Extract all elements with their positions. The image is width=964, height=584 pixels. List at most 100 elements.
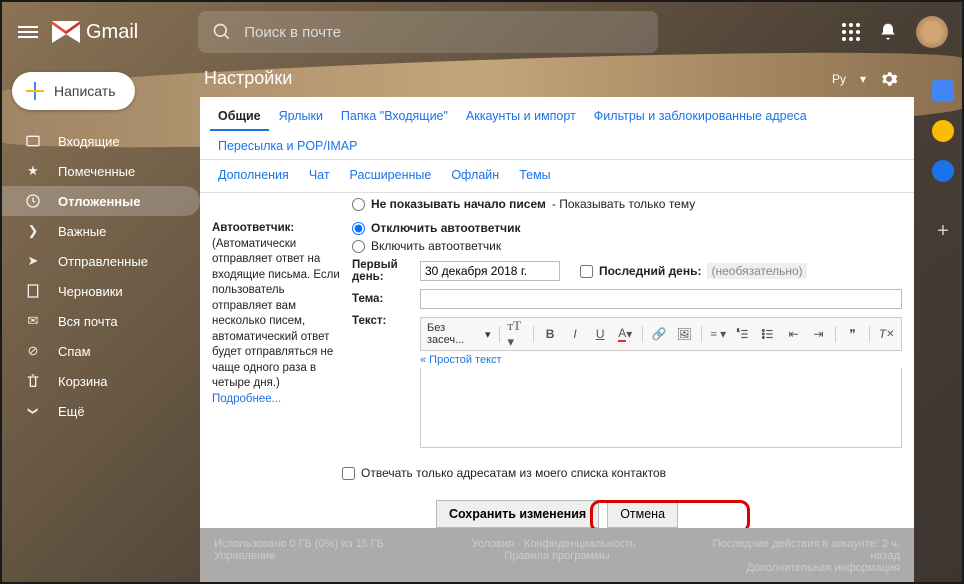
save-button[interactable]: Сохранить изменения [436,500,599,528]
tab-themes[interactable]: Темы [511,164,558,186]
underline-icon[interactable]: U [592,325,609,343]
tab-advanced[interactable]: Расширенные [342,164,440,186]
settings-tabs-row2: Дополнения Чат Расширенные Офлайн Темы [200,160,914,193]
drafts-icon [24,282,42,300]
nav-all-mail[interactable]: ✉Вся почта [0,306,200,336]
footer-policies[interactable]: Правила программы [504,550,609,562]
trash-icon [24,372,42,390]
clock-icon [24,192,42,210]
link-icon[interactable]: 🔗 [651,325,668,343]
text-color-icon[interactable]: A ▾ [617,325,634,343]
search-icon [212,22,232,42]
first-day-input[interactable] [420,261,560,281]
subject-input[interactable] [420,289,902,309]
gmail-m-icon [52,21,80,43]
contacts-only-checkbox[interactable] [342,467,355,480]
tab-inbox[interactable]: Папка "Входящие" [333,103,456,131]
indent-less-icon[interactable]: ⇤ [785,325,802,343]
tab-accounts[interactable]: Аккаунты и импорт [458,103,584,131]
notifications-icon[interactable] [878,22,898,42]
body-editor[interactable] [420,368,902,448]
header-actions [842,16,948,48]
search-bar[interactable] [198,11,658,53]
autoresponder-off-row[interactable]: Отключить автоответчик [352,221,902,235]
align-icon[interactable]: ≡ ▾ [710,325,727,343]
settings-content: Не показывать начало писем - Показывать … [200,193,914,528]
svg-text:1: 1 [738,328,741,333]
nav-drafts[interactable]: Черновики [0,276,200,306]
tasks-app-icon[interactable] [932,160,954,182]
settings-gear-icon[interactable] [880,70,898,88]
font-family-select[interactable]: Без засеч... ▾ [427,322,491,346]
autoresponder-on-radio[interactable] [352,240,365,253]
nav-sent[interactable]: ➤Отправленные [0,246,200,276]
quote-icon[interactable]: ❞ [844,325,861,343]
nav-starred[interactable]: ★Помеченные [0,156,200,186]
cancel-button[interactable]: Отмена [607,500,678,528]
nav-important[interactable]: ❯Важные [0,216,200,246]
contacts-only-row[interactable]: Отвечать только адресатам из моего списк… [342,466,902,480]
footer-privacy[interactable]: Конфиденциальность [524,538,636,550]
indent-more-icon[interactable]: ⇥ [810,325,827,343]
nav-more[interactable]: ❯Ещё [0,396,200,426]
main-menu-icon[interactable] [16,20,40,44]
account-avatar[interactable] [916,16,948,48]
nav-trash[interactable]: Корзина [0,366,200,396]
activity-details-link[interactable]: Дополнительная информация [746,562,900,574]
snippet-option[interactable]: Не показывать начало писем - Показывать … [352,197,902,211]
autoresponder-off-radio[interactable] [352,222,365,235]
important-icon: ❯ [24,222,42,240]
settings-tabs: Общие Ярлыки Папка "Входящие" Аккаунты и… [200,97,914,160]
body-label: Текст: [352,315,412,327]
calendar-app-icon[interactable] [932,80,954,102]
first-day-label: Первый день: [352,259,412,283]
spam-icon: ⊘ [24,342,42,360]
footer-terms[interactable]: Условия [472,538,514,550]
last-day-checkbox[interactable] [580,265,593,278]
tab-chat[interactable]: Чат [301,164,338,186]
sent-icon: ➤ [24,252,42,270]
bold-icon[interactable]: B [542,325,559,343]
tab-forwarding[interactable]: Пересылка и POP/IMAP [210,133,365,159]
tab-filters[interactable]: Фильтры и заблокированные адреса [586,103,815,131]
clear-format-icon[interactable]: T✕ [878,325,895,343]
add-app-icon[interactable]: + [937,220,949,243]
page-title: Настройки [204,68,292,89]
numbered-list-icon[interactable]: 1 [735,325,752,343]
form-actions: Сохранить изменения Отмена [212,490,902,528]
language-indicator[interactable]: Ру [832,72,846,86]
tab-general[interactable]: Общие [210,103,269,131]
main-content: Настройки Ру ▾ Общие Ярлыки Папка "Входя… [200,64,914,584]
tab-labels[interactable]: Ярлыки [271,103,331,131]
autoresponder-on-row[interactable]: Включить автоответчик [352,239,902,253]
compose-button[interactable]: Написать [12,72,135,110]
nav-snoozed[interactable]: Отложенные [0,186,200,216]
page-title-row: Настройки Ру ▾ [200,64,914,97]
storage-manage-link[interactable]: Управление [214,550,275,562]
apps-grid-icon[interactable] [842,23,860,41]
gmail-logo[interactable]: Gmail [52,21,138,44]
editor-toolbar: Без засеч... ▾ тТ ▾ B I U A ▾ 🔗 [420,317,902,351]
storage-text: Использовано 0 ГБ (0%) из 15 ГБ [214,538,416,550]
activity-text: Последние действия в аккаунте: 2 ч. наза… [698,538,900,562]
nav-inbox[interactable]: Входящие [0,126,200,156]
image-icon[interactable]: 🖼 [676,325,693,343]
font-size-icon[interactable]: тТ ▾ [507,325,524,343]
bullet-list-icon[interactable] [760,325,777,343]
star-icon: ★ [24,162,42,180]
search-input[interactable] [244,24,644,41]
autoresponder-learn-more[interactable]: Подробнее... [212,393,281,405]
last-day-hint: (необязательно) [707,263,806,279]
italic-icon[interactable]: I [567,325,584,343]
keep-app-icon[interactable] [932,120,954,142]
brand-text: Gmail [86,21,138,44]
plain-text-link[interactable]: « Простой текст [420,354,502,366]
snippet-radio[interactable] [352,198,365,211]
tab-offline[interactable]: Офлайн [443,164,507,186]
tab-addons[interactable]: Дополнения [210,164,297,186]
subject-label: Тема: [352,293,412,305]
sidebar: Написать Входящие ★Помеченные Отложенные… [0,64,200,584]
side-panel: + [932,80,954,243]
plus-icon [26,82,44,100]
nav-spam[interactable]: ⊘Спам [0,336,200,366]
